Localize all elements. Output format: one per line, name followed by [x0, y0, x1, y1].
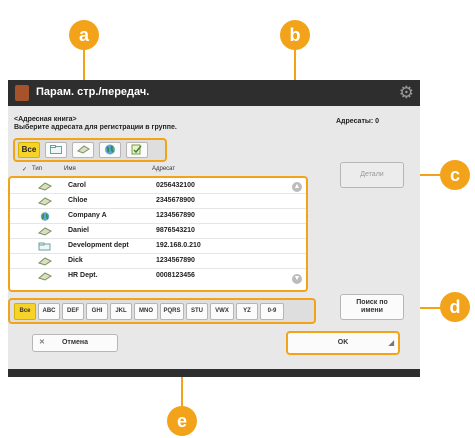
alpha-label: 0-9 — [267, 308, 277, 314]
address-count: Адресаты: 0 — [336, 118, 380, 125]
ok-button[interactable]: OK ◢ — [286, 331, 400, 355]
heading-line-2: Выберите адресата для регистрации в груп… — [14, 124, 177, 131]
globe-icon — [40, 212, 50, 221]
list-item[interactable]: Daniel 9876543210 — [10, 225, 306, 239]
device-screen: Парам. стр./передач. ⚙ <Адресная книга> … — [8, 80, 420, 377]
row-name: Company A — [68, 212, 107, 219]
alpha-stu-button[interactable]: STU — [186, 303, 208, 320]
callout-d: d — [440, 292, 470, 322]
row-address: 1234567890 — [156, 257, 195, 264]
filter-group-button[interactable] — [126, 142, 148, 158]
fax-icon — [38, 227, 52, 236]
row-address: 192.168.0.210 — [156, 242, 201, 249]
search-button-label: Поиск по имени — [356, 299, 388, 314]
row-address: 2345678900 — [156, 197, 195, 204]
globe-icon — [105, 144, 115, 155]
alpha-label: Все — [19, 308, 31, 314]
column-address[interactable]: Адресат — [152, 166, 175, 172]
list-header: ✓ Тип Имя Адресат — [22, 166, 318, 176]
row-address: 9876543210 — [156, 227, 195, 234]
list-item[interactable]: Company A 1234567890 — [10, 210, 306, 224]
ok-button-label: OK — [337, 339, 349, 346]
alphabet-index-bar: Все ABC DEF GHI JKL MNO PQRS STU VWX YZ … — [8, 298, 316, 324]
fax-icon — [38, 197, 52, 206]
list-item[interactable]: Development dept 192.168.0.210 — [10, 240, 306, 254]
filter-all-label: Все — [21, 145, 37, 154]
address-list-panel: ✓ Тип Имя Адресат Carol 0256432100 Chloe… — [8, 166, 320, 300]
row-address: 0008123456 — [156, 272, 195, 279]
alpha-abc-button[interactable]: ABC — [38, 303, 60, 320]
callout-b: b — [280, 20, 310, 50]
gear-icon[interactable]: ⚙ — [399, 83, 414, 103]
column-name[interactable]: Имя — [64, 166, 76, 172]
row-name: Dick — [68, 257, 83, 264]
list-item[interactable]: Dick 1234567890 — [10, 255, 306, 269]
enter-icon: ◢ — [388, 340, 394, 347]
alpha-label: STU — [191, 308, 203, 314]
destination-type-filter: Все — [13, 138, 167, 162]
list-item[interactable]: Chloe 2345678900 — [10, 195, 306, 209]
row-name: Development dept — [68, 242, 129, 249]
cancel-button-label: Отмена — [61, 339, 89, 346]
title-bar: Парам. стр./передач. ⚙ — [8, 80, 420, 106]
row-name: Daniel — [68, 227, 90, 234]
alpha-label: ABC — [42, 308, 56, 314]
alpha-all-button[interactable]: Все — [14, 303, 36, 320]
filter-globe-button[interactable] — [99, 142, 121, 158]
check-all-icon[interactable]: ✓ — [22, 166, 27, 173]
alpha-label: PQRS — [163, 308, 181, 314]
screen-title: Парам. стр./передач. — [36, 86, 150, 98]
details-button[interactable]: Детали — [340, 162, 404, 188]
alpha-yz-button[interactable]: YZ — [236, 303, 258, 320]
list-item[interactable]: HR Dept. 0008123456 — [10, 270, 306, 283]
row-address: 0256432100 — [156, 182, 195, 189]
filter-folder-button[interactable] — [45, 142, 67, 158]
row-name: HR Dept. — [68, 272, 98, 279]
callout-e: e — [167, 406, 197, 436]
folder-icon — [38, 242, 51, 251]
heading-line-1: <Адресная книга> — [14, 116, 77, 123]
column-type[interactable]: Тип — [32, 166, 42, 172]
alpha-label: VWX — [215, 308, 229, 314]
alpha-label: YZ — [243, 308, 251, 314]
fax-icon — [38, 272, 52, 281]
fax-icon — [38, 182, 52, 191]
fax-icon — [38, 257, 52, 266]
scroll-down-button[interactable]: ▼ — [292, 274, 302, 284]
filter-fax-button[interactable] — [72, 142, 94, 158]
details-button-label: Детали — [360, 171, 384, 178]
alpha-label: JKL — [115, 308, 127, 314]
folder-icon — [50, 145, 62, 154]
group-icon — [131, 144, 142, 155]
callout-a: a — [69, 20, 99, 50]
row-name: Carol — [68, 182, 86, 189]
alpha-jkl-button[interactable]: JKL — [110, 303, 132, 320]
alpha-09-button[interactable]: 0-9 — [260, 303, 284, 320]
row-name: Chloe — [68, 197, 88, 204]
alpha-label: MNO — [139, 308, 153, 314]
close-icon: ✕ — [39, 339, 45, 346]
alpha-mno-button[interactable]: MNO — [134, 303, 158, 320]
address-list[interactable]: Carol 0256432100 Chloe 2345678900 Compan… — [8, 176, 308, 292]
address-book-icon — [15, 85, 29, 101]
alpha-def-button[interactable]: DEF — [62, 303, 84, 320]
list-item[interactable]: Carol 0256432100 — [10, 180, 306, 194]
row-address: 1234567890 — [156, 212, 195, 219]
cancel-button[interactable]: ✕ Отмена — [32, 334, 118, 352]
alpha-label: GHI — [91, 308, 103, 314]
alpha-vwx-button[interactable]: VWX — [210, 303, 234, 320]
fax-icon — [76, 145, 90, 154]
alpha-ghi-button[interactable]: GHI — [86, 303, 108, 320]
alpha-pqrs-button[interactable]: PQRS — [160, 303, 184, 320]
filter-all-button[interactable]: Все — [18, 142, 40, 158]
scroll-up-button[interactable]: ▲ — [292, 182, 302, 192]
search-by-name-button[interactable]: Поиск по имени — [340, 294, 404, 320]
status-bar — [8, 369, 420, 377]
callout-c: c — [440, 160, 470, 190]
alpha-label: DEF — [67, 308, 79, 314]
